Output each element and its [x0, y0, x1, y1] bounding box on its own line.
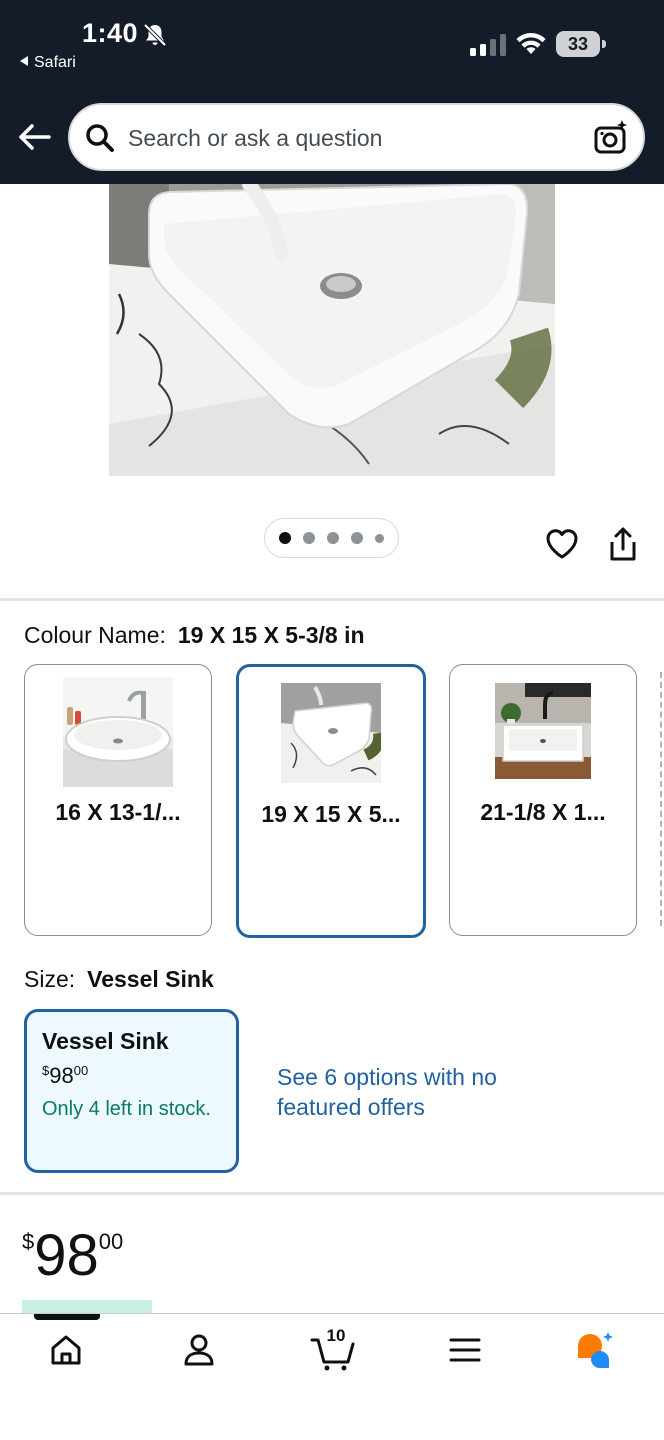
- share-icon[interactable]: [606, 526, 640, 562]
- search-input[interactable]: Search or ask a question: [128, 125, 382, 152]
- active-tab-indicator: [34, 1314, 100, 1320]
- colour-name-label: Colour Name: 19 X 15 X 5-3/8 in: [24, 622, 365, 649]
- colour-option-label: 16 X 13-1/...: [55, 799, 181, 825]
- back-triangle-icon: [20, 56, 28, 66]
- colour-selected-value: 19 X 15 X 5-3/8 in: [177, 622, 365, 648]
- cellular-signal-icon: [470, 34, 506, 56]
- bell-muted-icon: [143, 23, 167, 47]
- section-divider: [0, 598, 664, 601]
- ai-assistant-icon[interactable]: [574, 1330, 614, 1370]
- price-symbol: $: [22, 1229, 35, 1254]
- size-option-selected[interactable]: Vessel Sink $9800 Only 4 left in stock.: [24, 1009, 239, 1173]
- home-icon[interactable]: [46, 1330, 86, 1370]
- product-image[interactable]: [109, 184, 555, 476]
- menu-icon[interactable]: [445, 1330, 485, 1370]
- status-time: 1:40: [82, 18, 139, 48]
- cart-count-badge: 10: [326, 1326, 346, 1345]
- size-label-text: Size:: [24, 966, 76, 992]
- deal-badge-peek: [22, 1300, 152, 1314]
- size-selected-value: Vessel Sink: [87, 966, 214, 992]
- colour-option-selected[interactable]: 19 X 15 X 5...: [236, 664, 426, 938]
- colour-label-text: Colour Name:: [24, 622, 166, 648]
- size-option-name: Vessel Sink: [42, 1028, 169, 1054]
- size-label: Size: Vessel Sink: [24, 966, 214, 993]
- pagination-dot[interactable]: [303, 532, 315, 544]
- back-app-label: Safari: [34, 54, 76, 71]
- heart-icon[interactable]: [544, 526, 580, 562]
- next-swatch-peek: [660, 672, 663, 926]
- header: 1:40 Safari 33 Search or ask a question: [0, 0, 664, 184]
- camera-search-icon[interactable]: [593, 120, 629, 156]
- colour-option[interactable]: 21-1/8 X 1...: [449, 664, 637, 936]
- image-pagination[interactable]: [264, 518, 399, 558]
- pagination-dot[interactable]: [279, 532, 291, 544]
- price-cents: 00: [98, 1229, 124, 1254]
- battery-level: 33: [556, 31, 600, 57]
- search-icon: [86, 124, 114, 152]
- pagination-dot[interactable]: [327, 532, 339, 544]
- price-whole: 98: [49, 1063, 74, 1088]
- colour-option[interactable]: 16 X 13-1/...: [24, 664, 212, 936]
- vessel-sink-photo: [109, 184, 555, 476]
- colour-option-thumbnail: [495, 683, 591, 779]
- pagination-dot[interactable]: [375, 533, 384, 543]
- pagination-dot[interactable]: [351, 532, 363, 544]
- product-price: $9800: [22, 1222, 123, 1289]
- battery-indicator: 33: [556, 31, 606, 57]
- battery-cap: [602, 40, 606, 48]
- see-options-link[interactable]: See 6 options with no featured offers: [277, 1062, 507, 1122]
- wifi-icon: [516, 32, 546, 54]
- back-arrow-icon[interactable]: [16, 118, 54, 156]
- account-icon[interactable]: [179, 1330, 219, 1370]
- stock-status: Only 4 left in stock.: [42, 1098, 211, 1120]
- section-divider: [0, 1192, 664, 1195]
- price-whole: 98: [34, 1223, 99, 1288]
- colour-option-label: 21-1/8 X 1...: [480, 799, 606, 825]
- colour-option-label: 19 X 15 X 5...: [261, 801, 401, 827]
- search-bar[interactable]: Search or ask a question: [68, 103, 645, 171]
- colour-option-thumbnail: [63, 677, 173, 787]
- size-option-price: $9800: [42, 1063, 236, 1089]
- price-cents: 00: [73, 1063, 89, 1078]
- back-to-app-link[interactable]: Safari: [20, 54, 76, 72]
- colour-option-thumbnail: [281, 683, 381, 783]
